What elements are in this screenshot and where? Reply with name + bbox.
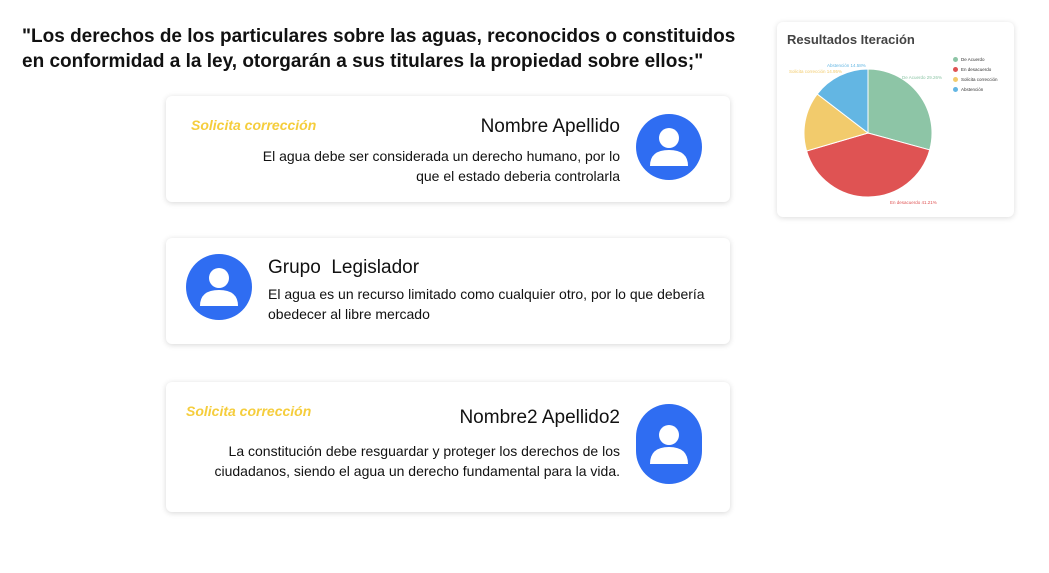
- comment-text: El agua debe ser considerada un derecho …: [262, 148, 620, 184]
- user-avatar-icon: [186, 254, 252, 320]
- comment-card-2[interactable]: Grupo Legislador El agua es un recurso l…: [166, 238, 730, 344]
- comment-text: El agua es un recurso limitado como cual…: [268, 286, 705, 322]
- commenter-name: Nombre Apellido: [480, 116, 620, 137]
- user-avatar-icon: [636, 114, 702, 180]
- legend-label: De Acuerdo: [961, 56, 985, 62]
- legend-marker: [953, 66, 958, 72]
- results-chart-card: Resultados Iteración De Acuerdo 29.26% En…: [777, 22, 1014, 217]
- article-quote: "Los derechos de los particulares sobre …: [22, 26, 736, 72]
- pie-chart: De Acuerdo 29.26% En desacuerdo 41.21% Sol…: [789, 63, 942, 205]
- comment-card-1[interactable]: Solicita corrección Nombre Apellido El a…: [166, 96, 730, 202]
- legend-label: Abstención: [961, 86, 984, 92]
- correction-tag: Solicita corrección: [186, 403, 312, 419]
- legend-marker: [953, 86, 958, 92]
- commenter-name: Grupo Legislador: [268, 257, 420, 278]
- pie-slice-label-4: Abstención 14.58%: [827, 63, 866, 68]
- chart-legend: De Acuerdo En desacuerdo Solicita correcci…: [953, 54, 998, 94]
- legend-item-3: Solicita corrección: [953, 74, 998, 84]
- pie-slice-label-1: De Acuerdo 29.26%: [902, 75, 942, 80]
- legend-item-4: Abstención: [953, 84, 998, 94]
- legend-item-1: De Acuerdo: [953, 54, 998, 64]
- correction-tag: Solicita corrección: [191, 117, 317, 133]
- legend-marker: [953, 56, 958, 62]
- legend-label: En desacuerdo: [961, 66, 992, 72]
- comment-card-3[interactable]: Solicita corrección Nombre2 Apellido2 La…: [166, 382, 730, 512]
- commenter-name: Nombre2 Apellido2: [459, 407, 620, 428]
- pie-slice-label-3: Solicita corrección 14.95%: [789, 69, 842, 74]
- comment-text: La constitución debe resguardar y proteg…: [214, 443, 620, 479]
- legend-item-2: En desacuerdo: [953, 64, 998, 74]
- user-avatar-icon: [636, 404, 702, 484]
- pie-slice-label-2: En desacuerdo 41.21%: [890, 200, 937, 205]
- legend-marker: [953, 76, 958, 82]
- legend-label: Solicita corrección: [961, 76, 998, 82]
